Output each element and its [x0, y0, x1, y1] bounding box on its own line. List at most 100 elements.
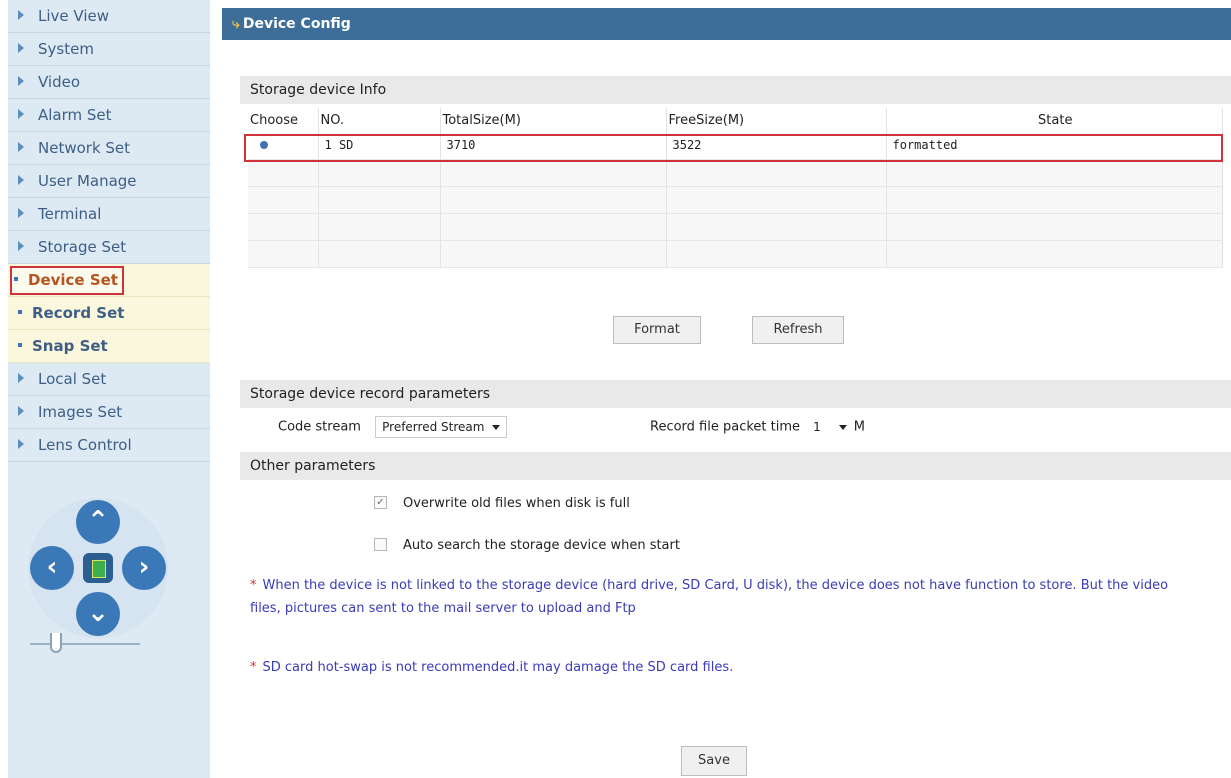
col-choose: Choose — [248, 108, 319, 132]
auto-search-row: Auto search the storage device when star… — [374, 538, 680, 553]
table-header-row: Choose NO. TotalSize(M) FreeSize(M) Stat… — [248, 108, 1223, 132]
overwrite-checkbox[interactable]: ✓ — [374, 496, 387, 509]
sidebar-item-label: Live View — [38, 7, 109, 25]
sidebar-item-label: Storage Set — [38, 238, 127, 256]
sidebar-subitem-label: Snap Set — [32, 337, 108, 355]
col-freesize: FreeSize(M) — [666, 108, 887, 132]
bullet-icon — [18, 309, 22, 314]
ptz-up-button[interactable]: ⌃ — [76, 500, 120, 544]
code-stream-row: Code stream Preferred Stream — [278, 416, 508, 438]
overwrite-label: Overwrite old files when disk is full — [403, 496, 630, 511]
col-no: NO. — [318, 108, 441, 132]
bullet-icon — [14, 276, 18, 281]
other-params-title: Other parameters — [240, 452, 1231, 480]
arrow-right-icon — [18, 207, 24, 218]
col-totalsize: TotalSize(M) — [440, 108, 667, 132]
arrow-right-icon — [18, 141, 24, 152]
free-cell: 3522 — [666, 132, 887, 160]
sidebar-subitem-record-set[interactable]: Record Set — [8, 297, 210, 330]
sidebar-item-label: System — [38, 40, 94, 58]
sidebar-subitem-label: Record Set — [32, 304, 125, 322]
packet-time-label: Record file packet time — [650, 419, 801, 435]
arrow-right-icon — [18, 240, 24, 251]
choose-cell[interactable] — [248, 132, 319, 160]
table-row[interactable]: 1 SD 3710 3522 formatted — [248, 132, 1223, 160]
sidebar-item-label: Terminal — [38, 205, 102, 223]
storage-info-title: Storage device Info — [240, 76, 1231, 104]
sidebar-item-label: Lens Control — [38, 436, 132, 454]
packet-time-select[interactable]: 1 — [806, 416, 854, 438]
sidebar-item-label: Alarm Set — [38, 106, 112, 124]
page-header: ⤷ Device Config — [222, 8, 1231, 40]
sidebar-item-images-set[interactable]: Images Set — [8, 396, 210, 429]
table-row-empty — [248, 159, 1223, 187]
table-row-empty — [248, 186, 1223, 214]
sidebar-subitem-label: Device Set — [28, 271, 118, 289]
arrow-right-icon — [18, 75, 24, 86]
sidebar-item-label: Images Set — [38, 403, 123, 421]
auto-search-label: Auto search the storage device when star… — [403, 538, 680, 553]
sidebar-item-label: Local Set — [38, 370, 107, 388]
ptz-center-button[interactable] — [83, 553, 113, 583]
no-cell: 1 SD — [318, 132, 441, 160]
asterisk-marker: * — [250, 660, 257, 675]
code-stream-value: Preferred Stream — [382, 420, 485, 434]
zoom-slider-track[interactable] — [30, 643, 140, 645]
sidebar-item-local-set[interactable]: Local Set — [8, 363, 210, 396]
sidebar-item-label: Video — [38, 73, 81, 91]
sidebar-menu: Live View System Video Alarm Set Network… — [8, 0, 210, 778]
table-row-empty — [248, 213, 1223, 241]
record-params-title: Storage device record parameters — [240, 380, 1231, 408]
note-2-text: SD card hot-swap is not recommended.it m… — [262, 660, 734, 675]
arrow-right-icon — [18, 9, 24, 20]
format-button[interactable]: Format — [613, 316, 701, 344]
sidebar-item-user-manage[interactable]: User Manage — [8, 165, 210, 198]
overwrite-row: ✓ Overwrite old files when disk is full — [374, 496, 630, 511]
active-highlight-box: Device Set — [10, 266, 124, 295]
ptz-right-button[interactable]: › — [122, 546, 166, 590]
sidebar-item-label: User Manage — [38, 172, 137, 190]
storage-note-1: * When the device is not linked to the st… — [250, 574, 1170, 620]
ptz-control-pad: ⌃ ⌄ ‹ › — [28, 498, 168, 638]
sidebar-subitem-device-set[interactable]: Device Set — [8, 264, 210, 297]
chevron-down-icon — [838, 425, 847, 430]
page-title: Device Config — [242, 16, 351, 32]
arrow-right-icon — [18, 438, 24, 449]
col-state: State — [886, 108, 1223, 132]
chevron-down-icon — [492, 425, 501, 430]
arrow-right-icon — [18, 405, 24, 416]
state-cell: formatted — [886, 132, 1223, 160]
code-stream-select[interactable]: Preferred Stream — [375, 416, 508, 438]
radio-selected-icon[interactable] — [260, 141, 268, 150]
arrow-right-icon — [18, 174, 24, 185]
sidebar-item-live-view[interactable]: Live View — [8, 0, 210, 33]
refresh-button[interactable]: Refresh — [752, 316, 844, 344]
storage-note-2: * SD card hot-swap is not recommended.it … — [250, 656, 1170, 679]
device-config-icon: ⤷ — [232, 16, 240, 32]
bullet-icon — [18, 342, 22, 347]
sidebar-item-lens-control[interactable]: Lens Control — [8, 429, 210, 462]
note-1-text: When the device is not linked to the sto… — [250, 578, 1169, 616]
sidebar-item-video[interactable]: Video — [8, 66, 210, 99]
arrow-right-icon — [18, 108, 24, 119]
arrow-right-icon — [18, 42, 24, 53]
sidebar-subitem-snap-set[interactable]: Snap Set — [8, 330, 210, 363]
save-button[interactable]: Save — [681, 746, 747, 776]
packet-time-value: 1 — [813, 420, 821, 434]
sidebar-item-storage-set[interactable]: Storage Set — [8, 231, 210, 264]
sidebar-item-network-set[interactable]: Network Set — [8, 132, 210, 165]
code-stream-label: Code stream — [278, 419, 361, 435]
sidebar-item-label: Network Set — [38, 139, 131, 157]
sidebar-item-terminal[interactable]: Terminal — [8, 198, 210, 231]
zoom-slider-knob[interactable] — [50, 633, 62, 653]
asterisk-marker: * — [250, 578, 257, 593]
sidebar-item-system[interactable]: System — [8, 33, 210, 66]
sidebar-item-alarm-set[interactable]: Alarm Set — [8, 99, 210, 132]
arrow-right-icon — [18, 372, 24, 383]
packet-time-row: Record file packet time 1 M — [650, 416, 865, 438]
table-row-empty — [248, 240, 1223, 268]
ptz-left-button[interactable]: ‹ — [30, 546, 74, 590]
auto-search-checkbox[interactable] — [374, 538, 387, 551]
ptz-down-button[interactable]: ⌄ — [76, 592, 120, 636]
total-cell: 3710 — [440, 132, 667, 160]
